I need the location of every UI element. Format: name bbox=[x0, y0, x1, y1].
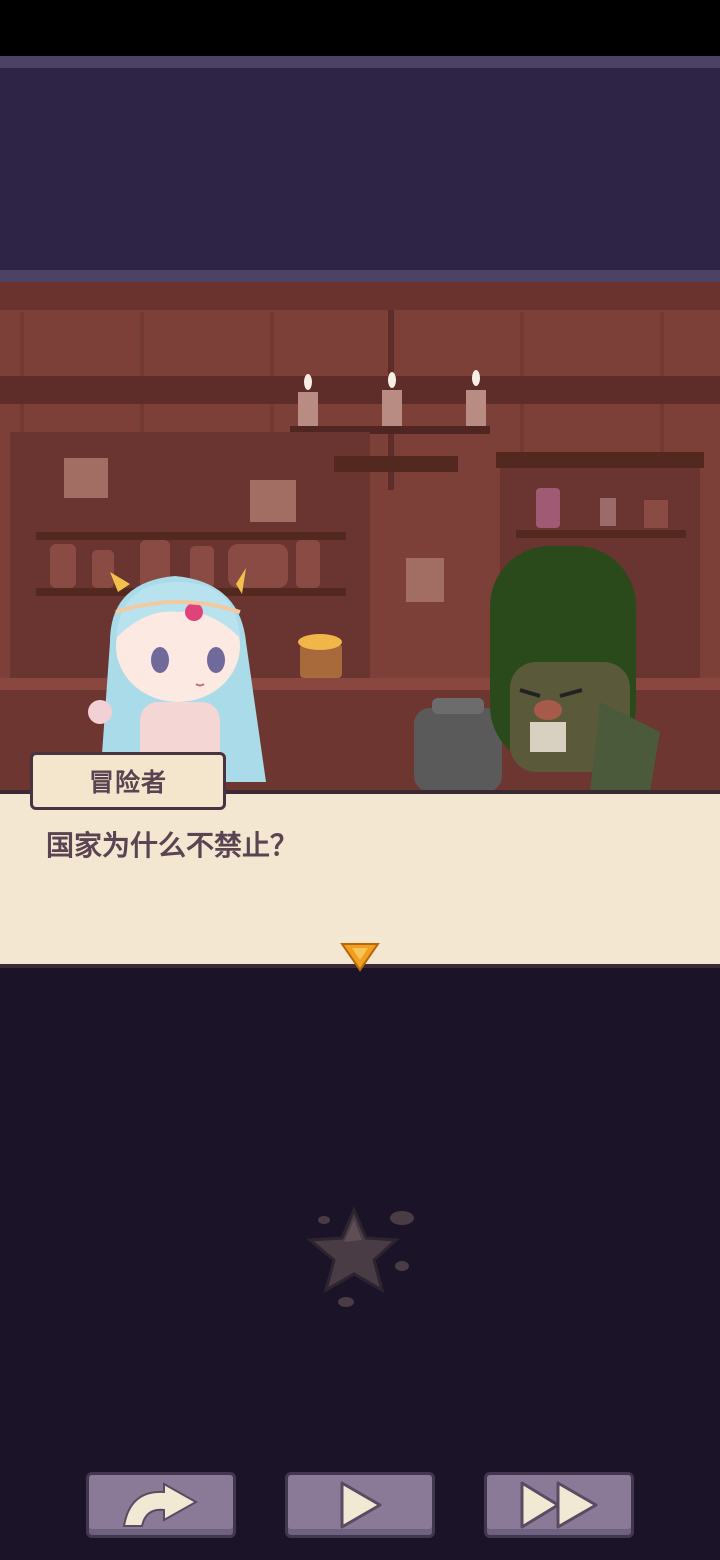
tavern-illustration bbox=[0, 282, 720, 792]
play-button[interactable] bbox=[285, 1472, 435, 1538]
top-panel bbox=[0, 56, 720, 282]
speaker-name-plate: 冒险者 bbox=[30, 752, 226, 810]
dialog-text: 国家为什么不禁止？ bbox=[46, 829, 299, 862]
fast-forward-button[interactable] bbox=[484, 1472, 634, 1538]
status-bar bbox=[0, 0, 720, 56]
speaker-name: 冒险者 bbox=[88, 768, 167, 797]
continue-arrow-icon[interactable] bbox=[340, 940, 380, 972]
fast-forward-icon bbox=[520, 1481, 598, 1529]
honey-mug bbox=[298, 634, 342, 678]
curved-arrow-icon bbox=[122, 1482, 199, 1527]
play-icon bbox=[340, 1481, 382, 1529]
dialog-box[interactable]: 国家为什么不禁止？ bbox=[0, 790, 720, 972]
tavern-scene[interactable] bbox=[0, 282, 720, 792]
metal-jug bbox=[414, 698, 502, 792]
star-emblem-icon bbox=[306, 1206, 414, 1307]
skip-button[interactable] bbox=[86, 1472, 236, 1538]
